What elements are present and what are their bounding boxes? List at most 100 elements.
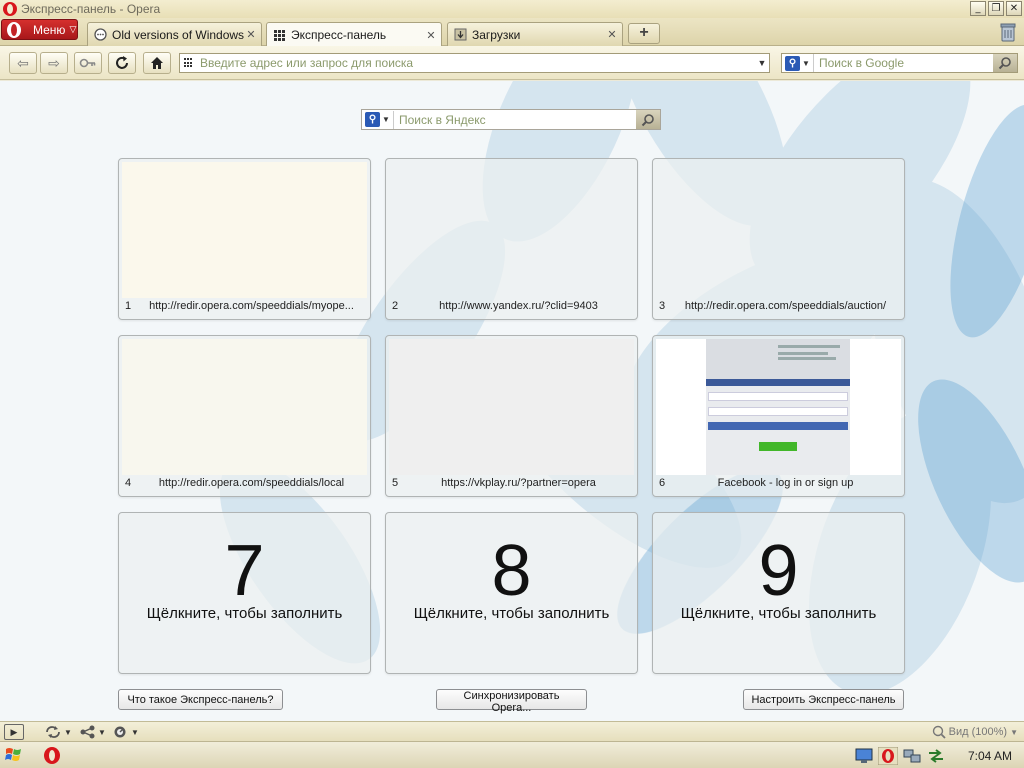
speed-dial-tile[interactable]: 1 http://redir.opera.com/speeddials/myop… — [118, 158, 371, 320]
tile-thumbnail — [656, 162, 901, 298]
download-icon — [454, 28, 467, 41]
search-engine-selector[interactable]: ⚲ ▼ — [362, 110, 394, 129]
zoom-level: Вид (100%) — [948, 726, 1008, 738]
window-title: Экспресс-панель - Opera — [21, 2, 161, 16]
share-icon — [80, 725, 95, 739]
speed-dial-tile[interactable]: 2 http://www.yandex.ru/?clid=9403 — [385, 158, 638, 320]
opera-quicklaunch-icon[interactable] — [44, 747, 60, 764]
tab-old-versions[interactable]: Old versions of Windows,... ✕ — [87, 22, 262, 46]
new-tab-button[interactable]: + — [628, 23, 660, 44]
zoom-icon — [932, 725, 946, 739]
tile-url: http://redir.opera.com/speeddials/local — [158, 477, 345, 489]
opera-logo-icon — [7, 21, 21, 38]
window-controls: _ ❐ ✕ — [970, 1, 1022, 16]
yandex-search-input[interactable] — [394, 112, 636, 127]
tile-number: 7 — [224, 531, 265, 611]
search-go-button[interactable] — [993, 54, 1017, 72]
arrows-icon[interactable] — [926, 747, 946, 765]
chevron-down-icon: ▼ — [802, 58, 810, 68]
tile-url: http://www.yandex.ru/?clid=9403 — [439, 300, 598, 312]
chevron-down-icon: ▼ — [131, 727, 139, 737]
configure-speed-dial-button[interactable]: Настроить Экспресс-панель — [743, 689, 904, 710]
tile-thumbnail — [656, 339, 901, 475]
gauge-icon — [114, 726, 126, 738]
speed-dial-tile[interactable]: 5 https://vkplay.ru/?partner=opera — [385, 335, 638, 497]
unite-menu-button[interactable]: ▼ — [80, 724, 106, 740]
clock: 7:04 AM — [967, 748, 1012, 763]
monitor-icon[interactable] — [854, 747, 874, 765]
sync-opera-button[interactable]: Синхронизировать Opera... — [436, 689, 587, 714]
google-search-box[interactable]: ⚲ ▼ — [781, 53, 1018, 73]
tile-number: 3 — [659, 300, 666, 312]
arrow-right-icon: ⇨ — [48, 54, 60, 71]
close-button[interactable]: ✕ — [1006, 1, 1022, 16]
home-icon — [151, 57, 163, 69]
tile-url: http://redir.opera.com/speeddials/auctio… — [684, 300, 887, 312]
wand-button[interactable] — [74, 52, 102, 74]
forward-button[interactable]: ⇨ — [40, 52, 68, 74]
close-icon[interactable]: ✕ — [605, 28, 619, 41]
address-bar[interactable]: ▼ — [179, 53, 770, 73]
tile-thumbnail — [122, 339, 367, 475]
trash-icon[interactable] — [998, 21, 1018, 43]
tile-number: 8 — [491, 531, 532, 611]
key-icon — [79, 58, 96, 68]
address-input[interactable] — [200, 56, 755, 70]
opera-menu-button[interactable]: Меню ▽ — [1, 19, 78, 40]
close-icon[interactable]: ✕ — [424, 29, 438, 42]
chevron-down-icon[interactable]: ▼ — [755, 58, 769, 68]
chevron-down-icon: ▽ — [69, 24, 77, 34]
yandex-search-box[interactable]: ⚲ ▼ — [361, 109, 661, 130]
turbo-menu-button[interactable]: ▼ — [113, 724, 139, 740]
system-tray: 7:04 AM — [854, 745, 1020, 766]
search-icon — [641, 113, 654, 126]
search-engine-selector[interactable]: ⚲ ▼ — [782, 54, 814, 72]
close-icon[interactable]: ✕ — [244, 28, 258, 41]
minimize-button[interactable]: _ — [970, 1, 986, 16]
tile-caption: 5 https://vkplay.ru/?partner=opera — [392, 477, 631, 493]
tile-number: 1 — [125, 300, 132, 312]
search-go-button[interactable] — [636, 110, 660, 129]
tile-thumbnail — [122, 162, 367, 298]
chevron-down-icon: ▼ — [98, 727, 106, 737]
speed-dial-tile[interactable]: 3 http://redir.opera.com/speeddials/auct… — [652, 158, 905, 320]
empty-speed-dial-tile[interactable]: 8 Щёлкните, чтобы заполнить — [385, 512, 638, 674]
tab-bar: Меню ▽ Old versions of Windows,... ✕ Экс… — [0, 18, 1024, 47]
panel-toggle-button[interactable]: ▶ — [4, 724, 24, 740]
reload-icon — [116, 56, 128, 69]
back-button[interactable]: ⇦ — [9, 52, 37, 74]
tile-hint: Щёлкните, чтобы заполнить — [146, 605, 343, 622]
tab-speed-dial[interactable]: Экспресс-панель ✕ — [266, 22, 442, 47]
tile-url: http://redir.opera.com/speeddials/myope.… — [149, 300, 354, 312]
play-icon: ▶ — [10, 726, 18, 737]
google-search-input[interactable] — [814, 56, 993, 70]
reload-button[interactable] — [108, 52, 136, 74]
plus-icon: + — [639, 24, 649, 41]
speed-dial-tile[interactable]: 6 Facebook - log in or sign up — [652, 335, 905, 497]
opera-logo-icon — [3, 2, 17, 16]
zoom-control[interactable]: Вид (100%) ▼ — [932, 724, 1018, 740]
what-is-speed-dial-button[interactable]: Что такое Экспресс-панель? — [118, 689, 283, 710]
sync-menu-button[interactable]: ▼ — [44, 724, 72, 740]
windows-start-icon[interactable] — [4, 746, 24, 764]
home-button[interactable] — [143, 52, 171, 74]
facebook-page-thumbnail — [706, 339, 850, 475]
sync-icon — [46, 726, 60, 738]
tile-thumbnail — [389, 339, 634, 475]
tab-downloads[interactable]: Загрузки ✕ — [447, 22, 623, 46]
tab-label: Экспресс-панель — [291, 28, 387, 42]
tile-caption: 6 Facebook - log in or sign up — [659, 477, 898, 493]
restore-button[interactable]: ❐ — [988, 1, 1004, 16]
empty-speed-dial-tile[interactable]: 7 Щёлкните, чтобы заполнить — [118, 512, 371, 674]
tile-number: 4 — [125, 477, 132, 489]
tile-caption: 4 http://redir.opera.com/speeddials/loca… — [125, 477, 364, 493]
chat-bubble-icon — [94, 28, 107, 41]
search-icon — [998, 57, 1011, 70]
network-icon[interactable] — [902, 747, 922, 765]
status-bar: ▶ ▼ ▼ ▼ Вид (100%) ▼ — [0, 721, 1024, 741]
speed-dial-tile[interactable]: 4 http://redir.opera.com/speeddials/loca… — [118, 335, 371, 497]
empty-speed-dial-tile[interactable]: 9 Щёлкните, чтобы заполнить — [652, 512, 905, 674]
opera-tray-icon[interactable] — [878, 746, 898, 765]
arrow-left-icon: ⇦ — [17, 54, 29, 71]
chevron-down-icon: ▼ — [64, 727, 72, 737]
